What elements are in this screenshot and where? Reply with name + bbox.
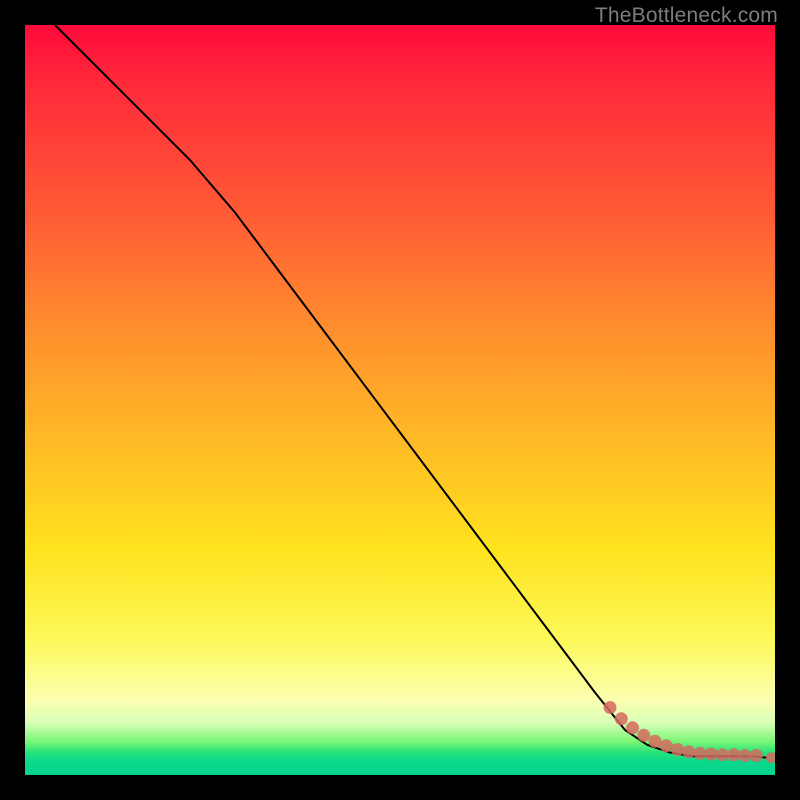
data-point xyxy=(750,749,763,762)
data-point xyxy=(637,729,650,742)
data-point xyxy=(682,745,695,758)
data-point xyxy=(727,748,740,761)
data-point xyxy=(716,748,729,761)
watermark-text: TheBottleneck.com xyxy=(595,4,778,28)
data-point xyxy=(766,752,775,763)
chart-frame: TheBottleneck.com xyxy=(0,0,800,800)
data-point xyxy=(604,701,617,714)
chart-overlay xyxy=(25,25,775,775)
scatter-points xyxy=(604,701,776,763)
data-point xyxy=(671,743,684,756)
data-point xyxy=(660,739,673,752)
data-point xyxy=(649,735,662,748)
data-point xyxy=(739,749,752,762)
data-point xyxy=(615,712,628,725)
data-point xyxy=(626,721,639,734)
data-point xyxy=(694,747,707,760)
curve-line xyxy=(55,25,768,758)
data-point xyxy=(705,748,718,761)
plot-area xyxy=(25,25,775,775)
